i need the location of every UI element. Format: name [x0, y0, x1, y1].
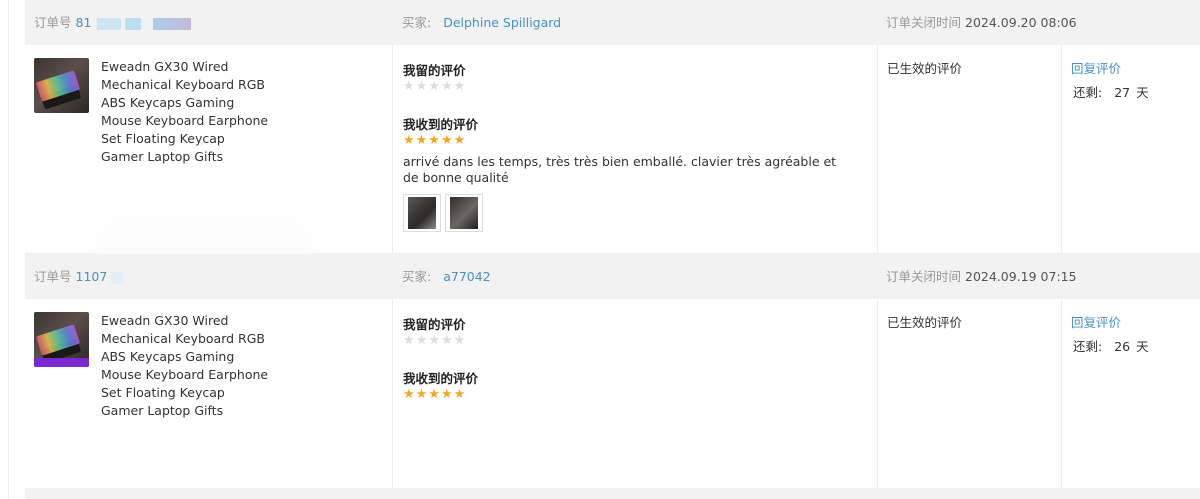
order-header: 订单号 81 买家: Delphine Spilligard 订单关闭时间 20…	[25, 0, 1200, 45]
remaining-days: 26	[1114, 339, 1131, 354]
review-photo[interactable]	[445, 194, 483, 232]
my-review-heading: 我留的评价	[403, 63, 466, 78]
close-time-label: 订单关闭时间	[886, 269, 962, 284]
status-cell: 已生效的评价	[877, 299, 1061, 499]
order-number-label: 订单号	[34, 269, 72, 284]
my-rating-stars: ★★★★★	[403, 79, 467, 94]
close-time: 订单关闭时间 2024.09.19 07:15	[886, 254, 1077, 299]
order-header: 订单号 1107 买家: a77042 订单关闭时间 2024.09.19 07…	[25, 254, 1200, 299]
days-unit: 天	[1136, 339, 1149, 354]
received-review-heading: 我收到的评价	[403, 371, 479, 386]
remaining-time: 还剩: 26 天	[1071, 336, 1149, 355]
product-cell: Eweadn GX30 Wired Mechanical Keyboard RG…	[25, 45, 392, 275]
reply-review-link[interactable]: 回复评价	[1071, 58, 1121, 77]
buyer-info: 买家: a77042	[402, 254, 491, 299]
next-order-header	[25, 488, 1200, 499]
status-cell: 已生效的评价	[877, 45, 1061, 253]
remaining-label: 还剩:	[1073, 339, 1103, 354]
buyer-label: 买家:	[402, 269, 432, 284]
product-thumbnail[interactable]	[34, 58, 89, 113]
my-review-heading: 我留的评价	[403, 317, 466, 332]
order-card: 订单号 81 买家: Delphine Spilligard 订单关闭时间 20…	[25, 0, 1200, 275]
product-cell: Eweadn GX30 Wired Mechanical Keyboard RG…	[25, 299, 392, 499]
review-status: 已生效的评价	[887, 61, 963, 76]
product-title[interactable]: Eweadn GX30 Wired Mechanical Keyboard RG…	[101, 58, 271, 166]
review-cell: 我留的评价 ★★★★★ 我收到的评价 ★★★★★	[392, 299, 877, 499]
received-rating-stars: ★★★★★	[403, 387, 467, 402]
product-title[interactable]: Eweadn GX30 Wired Mechanical Keyboard RG…	[101, 312, 271, 420]
review-status: 已生效的评价	[887, 315, 963, 330]
close-time-label: 订单关闭时间	[886, 15, 962, 30]
close-time-value: 2024.09.20 08:06	[965, 15, 1077, 30]
order-body: Eweadn GX30 Wired Mechanical Keyboard RG…	[25, 45, 1200, 275]
action-cell: 回复评价 还剩: 27 天	[1061, 45, 1200, 253]
order-number-value[interactable]: 1107	[76, 269, 108, 284]
reply-review-link[interactable]: 回复评价	[1071, 312, 1121, 331]
buyer-name[interactable]: Delphine Spilligard	[443, 15, 561, 30]
order-number: 订单号 1107	[34, 254, 124, 299]
review-photo[interactable]	[403, 194, 441, 232]
buyer-label: 买家:	[402, 15, 432, 30]
redacted-mask	[153, 17, 192, 30]
remaining-time: 还剩: 27 天	[1071, 82, 1149, 101]
review-order-list: 订单号 81 买家: Delphine Spilligard 订单关闭时间 20…	[25, 0, 1200, 499]
redacted-mask	[125, 17, 142, 30]
remaining-days: 27	[1114, 85, 1131, 100]
received-review-text: arrivé dans les temps, très très bien em…	[403, 154, 837, 185]
my-rating-stars: ★★★★★	[403, 333, 467, 348]
review-cell: 我留的评价 ★★★★★ 我收到的评价 ★★★★★ arrivé dans les…	[392, 45, 877, 253]
order-body: Eweadn GX30 Wired Mechanical Keyboard RG…	[25, 299, 1200, 499]
close-time: 订单关闭时间 2024.09.20 08:06	[886, 0, 1077, 45]
action-cell: 回复评价 还剩: 26 天	[1061, 299, 1200, 499]
order-card: 订单号 1107 买家: a77042 订单关闭时间 2024.09.19 07…	[25, 254, 1200, 499]
close-time-value: 2024.09.19 07:15	[965, 269, 1077, 284]
buyer-info: 买家: Delphine Spilligard	[402, 0, 561, 45]
received-rating-stars: ★★★★★	[403, 133, 467, 148]
product-thumbnail[interactable]	[34, 312, 89, 367]
remaining-label: 还剩:	[1073, 85, 1103, 100]
order-number: 订单号 81	[34, 0, 192, 45]
days-unit: 天	[1136, 85, 1149, 100]
received-review-heading: 我收到的评价	[403, 117, 479, 132]
page-left-divider	[8, 0, 9, 499]
order-number-label: 订单号	[34, 15, 72, 30]
redacted-mask	[111, 271, 124, 284]
redacted-mask	[97, 17, 122, 30]
buyer-name[interactable]: a77042	[443, 269, 490, 284]
order-number-value[interactable]: 81	[76, 15, 92, 30]
